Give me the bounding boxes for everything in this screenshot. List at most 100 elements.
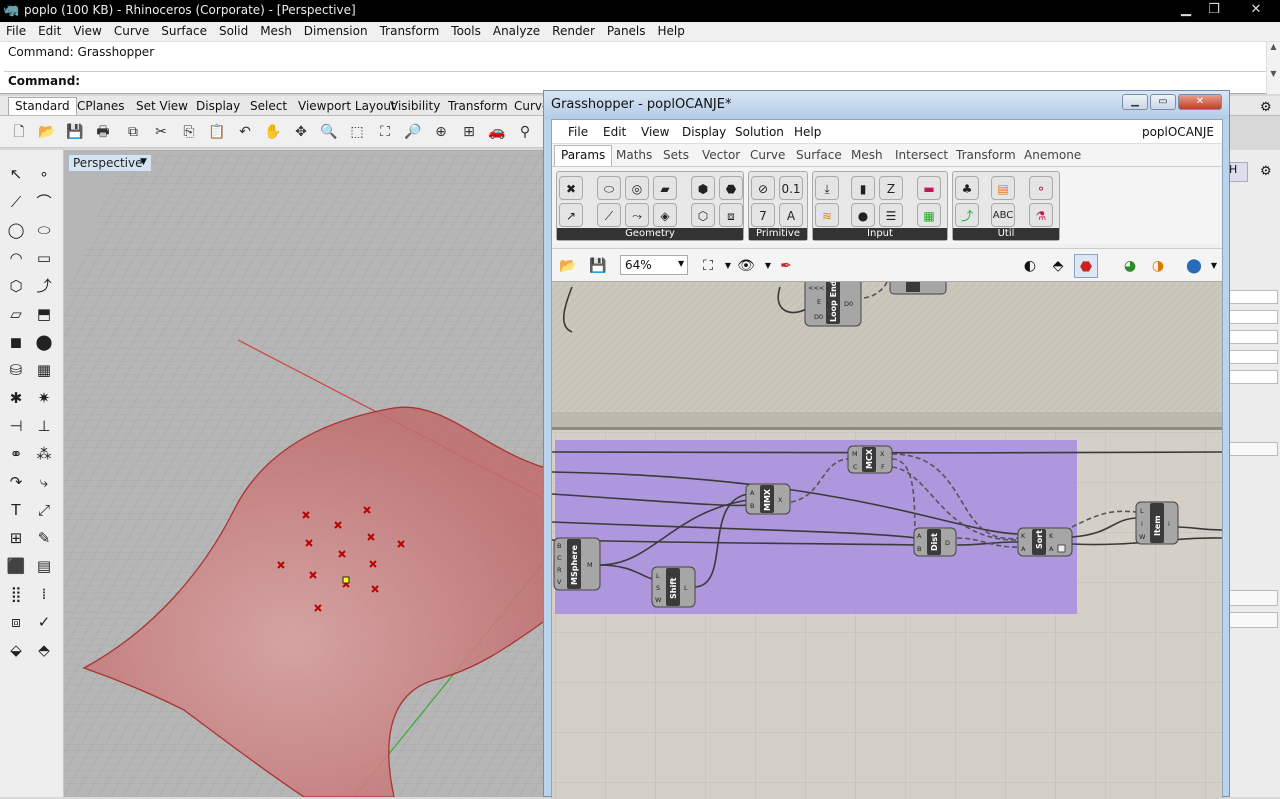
dist-in-a[interactable]: A: [917, 532, 922, 540]
component-mmx[interactable]: MMX A B X: [745, 483, 791, 515]
point-icon[interactable]: ∘: [32, 162, 56, 186]
grid-array-icon[interactable]: ⣿: [4, 582, 28, 606]
curve-param-icon[interactable]: ◎: [625, 176, 649, 200]
panel-dropdown-1[interactable]: [1228, 290, 1278, 304]
export-icon[interactable]: ⧉: [122, 121, 144, 143]
bake-icon[interactable]: ◕: [1118, 254, 1142, 278]
circle-param-icon[interactable]: ⬭: [597, 176, 621, 200]
geometry-param-icon[interactable]: ✖: [559, 176, 583, 200]
text-icon[interactable]: T: [4, 498, 28, 522]
gh-canvas[interactable]: Loop End <<< E D0 D0 MCX M C X F MMX A B…: [552, 282, 1222, 799]
curve-cv-icon[interactable]: ⌒: [32, 190, 56, 214]
copy-icon[interactable]: ⎘: [178, 121, 200, 143]
edit-point-icon[interactable]: ✎: [32, 526, 56, 550]
number-param-icon[interactable]: 0.1: [779, 176, 803, 200]
item-in-i[interactable]: i: [1141, 520, 1143, 528]
toggle-icon[interactable]: Z: [879, 176, 903, 200]
pan-hand-icon[interactable]: ✋: [262, 121, 284, 143]
loop-end-port-1[interactable]: <<<: [808, 284, 824, 292]
menu-panels[interactable]: Panels: [601, 22, 652, 40]
tab-standard[interactable]: Standard: [8, 97, 77, 115]
tab-cplanes[interactable]: CPlanes: [77, 99, 125, 113]
slider-icon[interactable]: ▮: [851, 176, 875, 200]
arc-param-icon[interactable]: ⤳: [625, 203, 649, 227]
close-button[interactable]: ✕: [1234, 1, 1278, 19]
msphere-in-b[interactable]: B: [557, 542, 561, 550]
zoom-extents-icon[interactable]: ⛶: [374, 121, 396, 143]
mesh-param-icon[interactable]: ⬣: [719, 176, 743, 200]
menu-help[interactable]: Help: [652, 22, 691, 40]
sort-out-k[interactable]: K: [1049, 532, 1054, 540]
gh-tab-sets[interactable]: Sets: [663, 148, 689, 162]
panel-tab-icon[interactable]: H: [1228, 162, 1248, 182]
menu-mesh[interactable]: Mesh: [254, 22, 298, 40]
menu-curve[interactable]: Curve: [108, 22, 155, 40]
panel-settings-icon[interactable]: ⚙: [1260, 164, 1272, 179]
integer-param-icon[interactable]: 7: [751, 203, 775, 227]
maximize-button[interactable]: ❐: [1200, 1, 1228, 19]
panel-dropdown-2[interactable]: [1228, 310, 1278, 324]
data-input-icon[interactable]: ⤓: [815, 176, 839, 200]
boolean-icon[interactable]: ✱: [4, 386, 28, 410]
gh-tab-transform[interactable]: Transform: [956, 148, 1016, 162]
component-loop-end[interactable]: Loop End <<< E D0 D0: [804, 282, 862, 327]
tab-visibility[interactable]: Visibility: [390, 99, 440, 113]
gh-menu-view[interactable]: View: [641, 125, 669, 139]
extrude-icon[interactable]: ⬒: [32, 302, 56, 326]
panel-button-2[interactable]: [1228, 612, 1278, 628]
preview-wireframe-icon[interactable]: ◐: [1018, 254, 1042, 278]
menu-transform[interactable]: Transform: [374, 22, 446, 40]
viewport-menu-arrow-icon[interactable]: ▼: [140, 157, 147, 167]
preview-shaded-icon[interactable]: ⬘: [1046, 254, 1070, 278]
polygon-icon[interactable]: ⬡: [4, 274, 28, 298]
zoom-all-icon[interactable]: ⊕: [430, 121, 452, 143]
param-viewer-icon[interactable]: ▤: [991, 176, 1015, 200]
perspective-viewport[interactable]: [64, 150, 546, 797]
ellipse-icon[interactable]: ⬭: [32, 218, 56, 242]
mcx-out-f[interactable]: F: [881, 463, 885, 471]
boolean-param-icon[interactable]: ⊘: [751, 176, 775, 200]
mcx-in-c[interactable]: C: [853, 463, 858, 471]
command-prompt-input[interactable]: Command:: [8, 74, 80, 88]
mesh-icon[interactable]: ▦: [32, 358, 56, 382]
vector-param-icon[interactable]: ↗: [559, 203, 583, 227]
loop-end-port-3[interactable]: D0: [814, 313, 823, 321]
menu-surface[interactable]: Surface: [155, 22, 213, 40]
zoom-dynamic-icon[interactable]: 🔍: [318, 121, 340, 143]
fillet-icon[interactable]: ⤴: [32, 274, 56, 298]
render-car-icon[interactable]: 🚗: [486, 121, 508, 143]
plane-param-icon[interactable]: ◈: [653, 203, 677, 227]
command-scrollbar[interactable]: ▲ ▼: [1266, 42, 1280, 94]
snap-icon[interactable]: ⚲: [514, 121, 536, 143]
hide-icon[interactable]: ▤: [32, 554, 56, 578]
gh-tab-surface[interactable]: Surface: [796, 148, 842, 162]
tab-set-view[interactable]: Set View: [136, 99, 188, 113]
tab-viewport-layout[interactable]: Viewport Layout: [298, 99, 396, 113]
cylinder-icon[interactable]: ⛁: [4, 358, 28, 382]
zoom-selected-icon[interactable]: 🔎: [402, 121, 424, 143]
line-param-icon[interactable]: ⟋: [597, 203, 621, 227]
gradient-icon[interactable]: ▬: [917, 176, 941, 200]
four-viewports-icon[interactable]: ⊞: [458, 121, 480, 143]
polyline-icon[interactable]: ⟋: [4, 190, 28, 214]
offset-icon[interactable]: ⤷: [32, 470, 56, 494]
panel-gear-icon[interactable]: ⚙: [1260, 100, 1280, 120]
tab-select[interactable]: Select: [250, 99, 287, 113]
dist-out-d[interactable]: D: [945, 539, 950, 547]
group-purple[interactable]: [555, 440, 1077, 614]
component-item[interactable]: Item L i W i: [1135, 501, 1179, 545]
menu-solid[interactable]: Solid: [213, 22, 254, 40]
open-folder-icon[interactable]: 📂: [36, 121, 58, 143]
gh-group-geometry-label[interactable]: Geometry: [557, 228, 743, 240]
shift-in-w[interactable]: W: [655, 596, 662, 604]
mmx-out-x[interactable]: X: [778, 496, 783, 504]
preview-eye-icon[interactable]: 👁: [734, 254, 758, 278]
matrix-icon[interactable]: ▦: [917, 203, 941, 227]
surface-corner-icon[interactable]: ▱: [4, 302, 28, 326]
sort-in-k[interactable]: K: [1021, 532, 1026, 540]
data-dam-icon[interactable]: ♣: [955, 176, 979, 200]
open-document-icon[interactable]: 📂: [556, 254, 580, 278]
panel-dropdown-3[interactable]: [1228, 330, 1278, 344]
item-out-i[interactable]: i: [1168, 520, 1170, 528]
sort-option-icon[interactable]: [1057, 544, 1066, 553]
